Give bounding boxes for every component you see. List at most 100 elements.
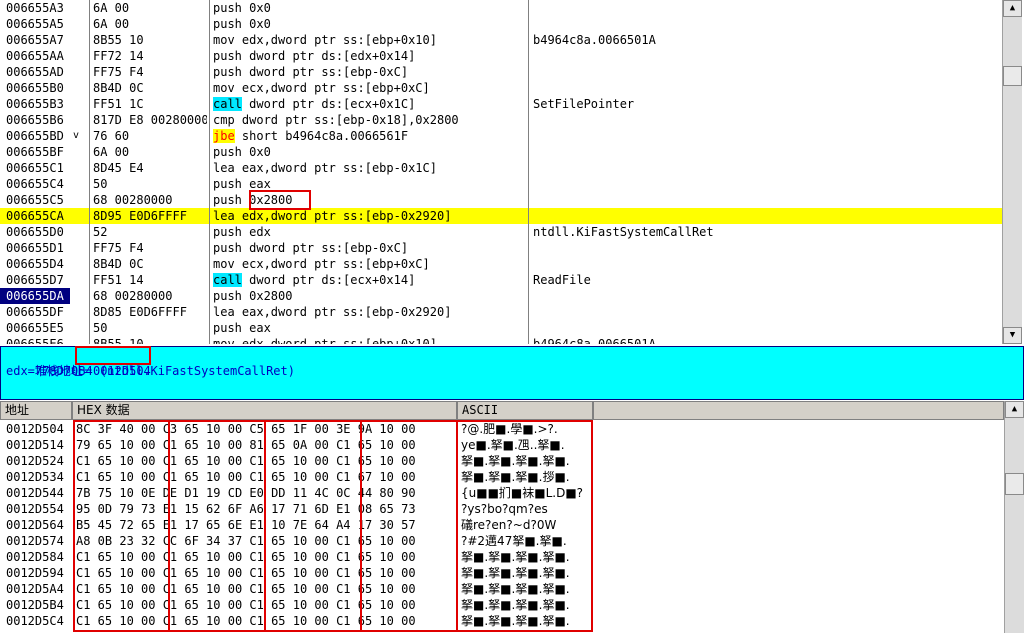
dump-row[interactable]: 0012D534 C1 65 10 00 C1 65 10 00 C1 65 10… [0, 469, 1004, 485]
instruction-text: cmp dword ptr ss:[ebp-0x18],0x2800 [213, 112, 525, 128]
scroll-thumb[interactable] [1005, 473, 1024, 495]
dump-row[interactable]: 0012D524 C1 65 10 00 C1 65 10 00 C1 65 10… [0, 453, 1004, 469]
instruction-operands: lea edx,dword ptr ss:[ebp-0x2920] [213, 209, 452, 223]
hex-column-header[interactable]: HEX 数据 [72, 401, 457, 420]
dump-row[interactable]: 0012D504 8C 3F 40 00 C3 65 10 00 C5 65 1F… [0, 421, 1004, 437]
dump-row[interactable]: 0012D594 C1 65 10 00 C1 65 10 00 C1 65 10… [0, 565, 1004, 581]
instruction-operands: push dword ptr ss:[ebp-0xC] [213, 241, 409, 255]
instruction-address: 006655A7 [6, 33, 64, 47]
dump-ascii: 拏■.拏■.拏■.拶■. [461, 470, 570, 484]
dump-hex-bytes: B5 45 72 65 E1 17 65 6E E1 10 7E 64 A4 1… [76, 518, 416, 532]
disassembly-vertical-scrollbar[interactable]: ▲ ▼ [1002, 0, 1022, 344]
instruction-address: 006655AA [6, 49, 64, 63]
instruction-bytes: 8B4D 0C [93, 257, 144, 271]
dump-hex-bytes: C1 65 10 00 C1 65 10 00 C1 65 10 00 C1 6… [76, 566, 416, 580]
ascii-column-header[interactable]: ASCII [457, 401, 593, 420]
dump-row[interactable]: 0012D584 C1 65 10 00 C1 65 10 00 C1 65 10… [0, 549, 1004, 565]
disasm-row[interactable]: 006655B0 8B4D 0C mov ecx,dword ptr ss:[ebp… [0, 80, 1002, 96]
dump-ascii: 拏■.拏■.拏■.拏■. [461, 550, 570, 564]
instruction-address: 006655B3 [6, 97, 64, 111]
disasm-row[interactable]: 006655AD FF75 F4 push dword ptr ss:[ebp-0x… [0, 64, 1002, 80]
dump-ascii: 拏■.拏■.拏■.拏■. [461, 598, 570, 612]
instruction-bytes: 8B4D 0C [93, 81, 144, 95]
disasm-row[interactable]: 006655B3 FF51 1C call dword ptr ds:[ecx+0x… [0, 96, 1002, 112]
instruction-text: push 0x0 [213, 0, 525, 16]
disasm-row[interactable]: 006655E6 8B55 10 mov edx,dword ptr ss:[ebp… [0, 336, 1002, 344]
disasm-row[interactable]: 006655E5 50 push eax [0, 320, 1002, 336]
instruction-address: 006655DF [6, 305, 64, 319]
instruction-text: push 0x0 [213, 144, 525, 160]
scroll-up-arrow-icon[interactable]: ▲ [1003, 0, 1022, 17]
disasm-row[interactable]: 006655BD v 76 60 jbe short b4964c8a.0066561… [0, 128, 1002, 144]
disasm-row[interactable]: 006655A5 6A 00 push 0x0 [0, 16, 1002, 32]
dump-address: 0012D5A4 [6, 582, 64, 596]
instruction-address: 006655A3 [6, 1, 64, 15]
dump-row[interactable]: 0012D5C4 C1 65 10 00 C1 65 10 00 C1 65 10… [0, 613, 1004, 629]
disassembly-pane[interactable]: 006655A3 6A 00 push 0x0 006655A5 6A 00 push 0… [0, 0, 1002, 344]
instruction-comment: SetFilePointer [533, 97, 635, 111]
dump-row[interactable]: 0012D5A4 C1 65 10 00 C1 65 10 00 C1 65 10… [0, 581, 1004, 597]
instruction-text: push 0x2800 [213, 288, 525, 304]
dump-address: 0012D564 [6, 518, 64, 532]
disasm-row[interactable]: 006655A7 8B55 10 mov edx,dword ptr ss:[ebp… [0, 32, 1002, 48]
disasm-row[interactable]: 006655D7 FF51 14 call dword ptr ds:[ecx+0x… [0, 272, 1002, 288]
instruction-bytes: 76 60 [93, 129, 130, 143]
disasm-row[interactable]: 006655A3 6A 00 push 0x0 [0, 0, 1002, 16]
instruction-bytes: 6A 00 [93, 17, 130, 31]
dump-ascii: 拏■.拏■.拏■.拏■. [461, 582, 570, 596]
disasm-row[interactable]: 006655C5 68 00280000 push 0x2800 [0, 192, 1002, 208]
disasm-row[interactable]: 006655D0 52 push edx ntdll.KiFastSystemCall… [0, 224, 1002, 240]
dump-vertical-scrollbar[interactable]: ▲ [1004, 401, 1024, 633]
dump-row[interactable]: 0012D514 79 65 10 00 C1 65 10 00 81 65 0A… [0, 437, 1004, 453]
disasm-row[interactable]: 006655DA 68 00280000 push 0x2800 [0, 288, 1002, 304]
scroll-up-arrow-icon[interactable]: ▲ [1005, 401, 1024, 418]
dump-address: 0012D5B4 [6, 598, 64, 612]
disasm-row[interactable]: 006655B6 817D E8 00280000 cmp dword ptr ss… [0, 112, 1002, 128]
disasm-row[interactable]: 006655BF 6A 00 push 0x0 [0, 144, 1002, 160]
dump-row[interactable]: 0012D554 95 0D 79 73 E1 15 62 6F A6 17 71… [0, 501, 1004, 517]
dump-hex-bytes: A8 0B 23 32 CC 6F 34 37 C1 65 10 00 C1 6… [76, 534, 416, 548]
disasm-row[interactable]: 006655AA FF72 14 push dword ptr ds:[edx+0x… [0, 48, 1002, 64]
dump-address: 0012D544 [6, 486, 64, 500]
instruction-address: 006655D0 [6, 225, 64, 239]
instruction-address: 006655AD [6, 65, 64, 79]
instruction-text: lea eax,dword ptr ss:[ebp-0x1C] [213, 160, 525, 176]
disasm-row[interactable]: 006655CA 8D95 E0D6FFFF lea edx,dword ptr s… [0, 208, 1002, 224]
dump-row[interactable]: 0012D574 A8 0B 23 32 CC 6F 34 37 C1 65 10… [0, 533, 1004, 549]
dump-row[interactable]: 0012D5B4 C1 65 10 00 C1 65 10 00 C1 65 10… [0, 597, 1004, 613]
instruction-text: jbe short b4964c8a.0066561F [213, 128, 525, 144]
scroll-down-arrow-icon[interactable]: ▼ [1003, 327, 1022, 344]
instruction-address: 006655A5 [6, 17, 64, 31]
dump-ascii: 礒re?en?~d?0W [461, 518, 557, 532]
instruction-operands: push 0x2800 [213, 289, 293, 303]
dump-row[interactable]: 0012D544 7B 75 10 0E DE D1 19 CD E0 DD 11… [0, 485, 1004, 501]
scroll-thumb[interactable] [1003, 66, 1022, 86]
dump-address: 0012D524 [6, 454, 64, 468]
instruction-bytes: 50 [93, 321, 108, 335]
instruction-bytes: 8D85 E0D6FFFF [93, 305, 187, 319]
instruction-operands: push 0x0 [213, 17, 271, 31]
instruction-bytes: 8D95 E0D6FFFF [93, 209, 187, 223]
dump-address: 0012D554 [6, 502, 64, 516]
dump-hex-bytes: 95 0D 79 73 E1 15 62 6F A6 17 71 6D E1 0… [76, 502, 416, 516]
dump-address: 0012D534 [6, 470, 64, 484]
disasm-row[interactable]: 006655D4 8B4D 0C mov ecx,dword ptr ss:[ebp… [0, 256, 1002, 272]
instruction-operands: push 0x0 [213, 1, 271, 15]
dump-address: 0012D504 [6, 422, 64, 436]
disasm-row[interactable]: 006655C1 8D45 E4 lea eax,dword ptr ss:[ebp… [0, 160, 1002, 176]
instruction-bytes: 6A 00 [93, 145, 130, 159]
disasm-row[interactable]: 006655DF 8D85 E0D6FFFF lea eax,dword ptr s… [0, 304, 1002, 320]
edx-register-line: edx=778D70B4 (ntdll.KiFastSystemCallRet) [6, 364, 295, 378]
instruction-operands: push dword ptr ss:[ebp-0xC] [213, 65, 409, 79]
memory-dump-pane[interactable]: 地址 HEX 数据 ASCII 0012D504 8C 3F 40 00 C3 6… [0, 401, 1026, 633]
instruction-text: call dword ptr ds:[ecx+0x1C] [213, 96, 525, 112]
instruction-bytes: 52 [93, 225, 108, 239]
dump-hex-bytes: 8C 3F 40 00 C3 65 10 00 C5 65 1F 00 3E 9… [76, 422, 416, 436]
dump-hex-bytes: C1 65 10 00 C1 65 10 00 C1 65 10 00 C1 6… [76, 550, 416, 564]
dump-row[interactable]: 0012D564 B5 45 72 65 E1 17 65 6E E1 10 7E… [0, 517, 1004, 533]
instruction-address: 006655E6 [6, 337, 64, 344]
address-column-header[interactable]: 地址 [0, 401, 72, 420]
dump-address: 0012D584 [6, 550, 64, 564]
disasm-row[interactable]: 006655D1 FF75 F4 push dword ptr ss:[ebp-0x… [0, 240, 1002, 256]
disasm-row[interactable]: 006655C4 50 push eax [0, 176, 1002, 192]
